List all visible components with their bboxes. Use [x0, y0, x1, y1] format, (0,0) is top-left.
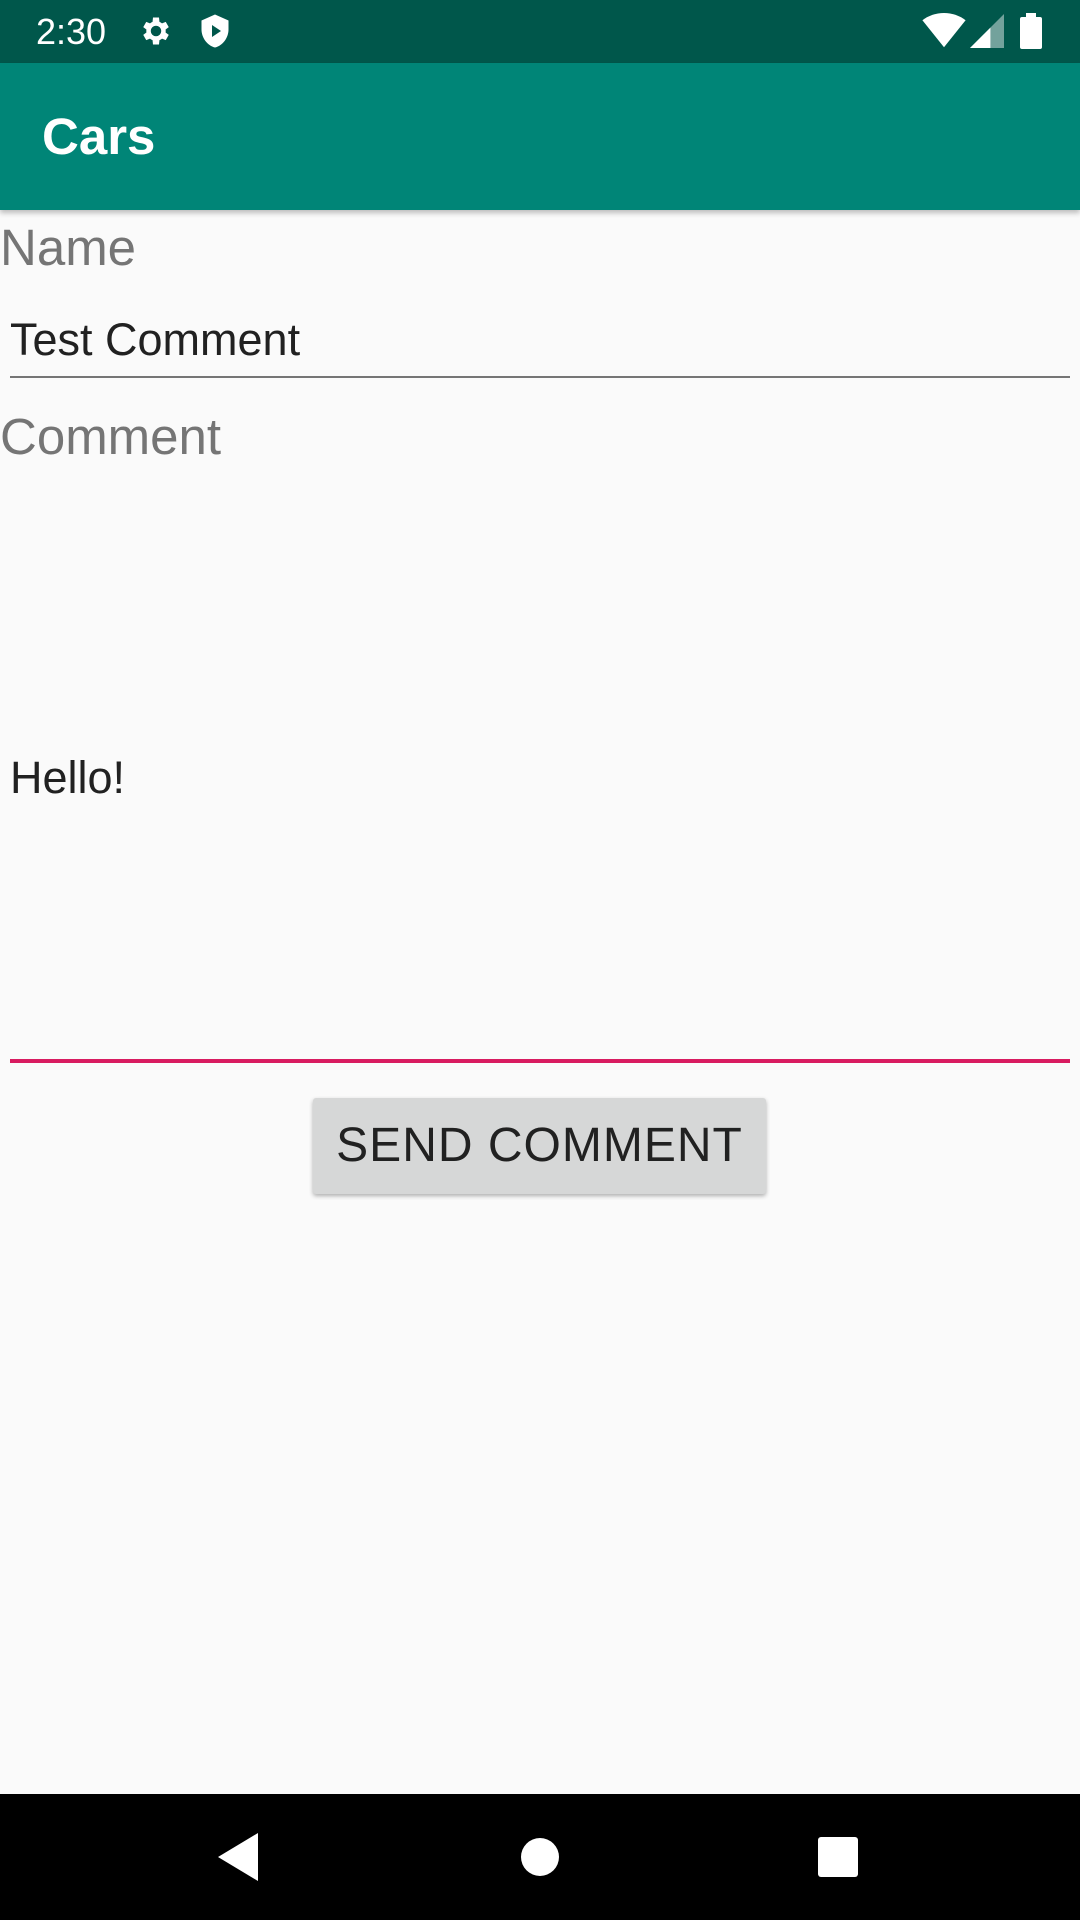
signal-icon: [970, 13, 1004, 49]
status-bar: 2:30: [0, 0, 1080, 63]
app-title: Cars: [42, 108, 156, 165]
name-label: Name: [0, 219, 137, 276]
screen: 2:30 Cars Name Test Comment Comment Hell…: [0, 0, 1080, 1920]
comment-label: Comment: [0, 408, 222, 465]
app-bar: Cars: [0, 63, 1080, 210]
name-field-underline: [10, 376, 1070, 378]
wifi-icon: [922, 13, 966, 49]
recents-icon[interactable]: [808, 1827, 868, 1887]
battery-icon: [1020, 13, 1042, 49]
name-field-value[interactable]: Test Comment: [10, 313, 300, 367]
comment-field-value[interactable]: Hello!: [10, 751, 125, 805]
send-comment-button[interactable]: SEND COMMENT: [313, 1098, 766, 1194]
navigation-bar: [0, 1794, 1080, 1920]
gear-icon: [138, 13, 174, 49]
back-icon[interactable]: [210, 1827, 270, 1887]
shield-play-icon: [197, 13, 233, 49]
comment-field-underline: [10, 1059, 1070, 1063]
home-icon[interactable]: [510, 1827, 570, 1887]
status-time: 2:30: [36, 11, 107, 52]
